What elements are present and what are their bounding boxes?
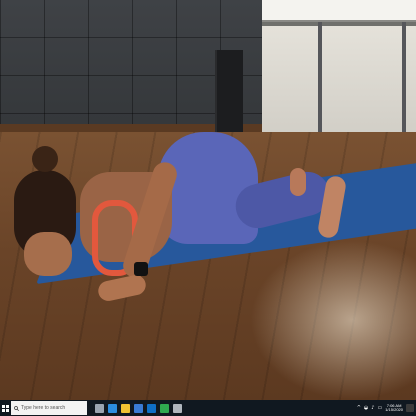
volume-icon[interactable]: ♪ — [371, 405, 374, 411]
app-icon[interactable] — [173, 403, 182, 413]
desktop-wallpaper — [0, 0, 416, 400]
windows-logo-icon — [1, 404, 9, 412]
person-face — [24, 232, 72, 276]
taskbar-search[interactable] — [11, 401, 87, 415]
clock[interactable]: 7:06 AM 1/15/2020 — [385, 404, 403, 412]
floor-glare — [250, 240, 416, 400]
chrome-icon[interactable] — [160, 403, 169, 413]
window-frame — [262, 0, 416, 22]
search-icon — [14, 405, 19, 411]
hair-bun — [32, 146, 58, 172]
person-foot — [290, 168, 306, 196]
mail-icon[interactable] — [147, 403, 156, 413]
file-explorer-icon[interactable] — [121, 403, 130, 413]
clock-date: 1/15/2020 — [385, 407, 403, 412]
start-button[interactable] — [0, 400, 10, 416]
network-icon[interactable]: ◒ — [364, 405, 368, 411]
system-tray: ^ ◒ ♪ ▭ 7:06 AM 1/15/2020 — [357, 404, 416, 412]
store-icon[interactable] — [134, 403, 143, 413]
notification-icon[interactable] — [406, 404, 414, 412]
smartwatch — [134, 262, 148, 276]
search-input[interactable] — [21, 402, 83, 414]
edge-icon[interactable] — [108, 403, 117, 413]
task-view-icon[interactable] — [95, 403, 104, 413]
chevron-up-icon[interactable]: ^ — [357, 405, 361, 411]
pinned-apps — [95, 403, 182, 413]
taskbar: ^ ◒ ♪ ▭ 7:06 AM 1/15/2020 — [0, 400, 416, 416]
speaker — [215, 50, 243, 132]
keyboard-icon[interactable]: ▭ — [377, 405, 382, 411]
barre-rail — [262, 22, 416, 26]
